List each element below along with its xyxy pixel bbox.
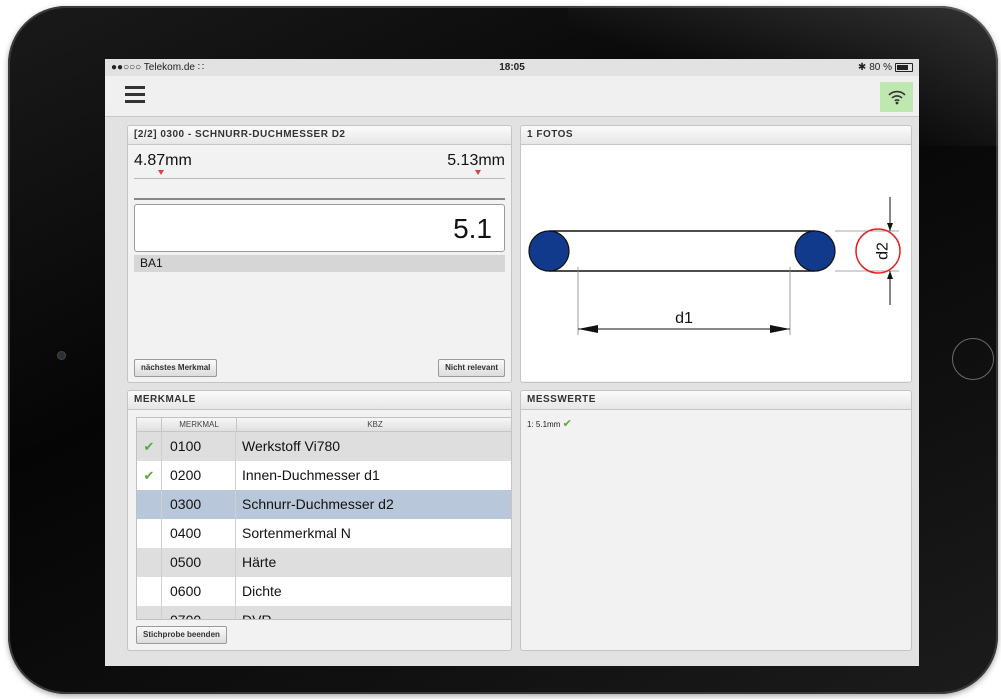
table-row[interactable]: ✔ 0100 Werkstoff Vi780 (137, 432, 511, 461)
next-feature-button[interactable]: nächstes Merkmal (134, 359, 218, 377)
clock: 18:05 (499, 62, 525, 73)
feature-name: DVR (242, 612, 272, 620)
battery-percent: 80 % (869, 62, 892, 73)
tablet-frame: ●●○○○ Telekom.de ∷ 18:05 ✱ 80 % [2/2] 03… (8, 6, 998, 694)
app-screen: ●●○○○ Telekom.de ∷ 18:05 ✱ 80 % [2/2] 03… (105, 59, 919, 666)
check-cell (137, 490, 162, 519)
feature-code: 0400 (162, 519, 236, 548)
features-table-body: ✔ 0100 Werkstoff Vi780 ✔ 0200 Innen-Duchmesse… (137, 432, 511, 620)
check-cell (137, 577, 162, 606)
feature-name: Dichte (242, 583, 282, 599)
table-row[interactable]: 0400 Sortenmerkmal N (137, 519, 511, 548)
end-sample-button[interactable]: Stichprobe beenden (136, 626, 227, 644)
table-row[interactable]: 0700 DVR (137, 606, 511, 620)
d2-label: d2 (875, 242, 892, 260)
measured-value-label: 1: 5.1mm (527, 420, 561, 429)
upper-limit-marker-icon (475, 170, 481, 175)
column-merkmal[interactable]: MERKMAL (162, 418, 237, 431)
values-panel-title: MESSWERTE (521, 391, 911, 410)
checkmark-icon: ✔ (562, 418, 572, 430)
nav-bar (105, 76, 919, 117)
battery-icon (895, 63, 913, 72)
feature-code: 0500 (162, 548, 236, 577)
bluetooth-icon: ✱ (857, 62, 867, 73)
table-row[interactable]: 0500 Härte (137, 548, 511, 577)
table-row[interactable]: 0600 Dichte (137, 577, 511, 606)
ring-section-right (794, 230, 836, 272)
status-bar: ●●○○○ Telekom.de ∷ 18:05 ✱ 80 % (105, 59, 919, 76)
d1-label: d1 (675, 310, 693, 327)
wifi-icon[interactable] (880, 82, 913, 112)
measurement-input[interactable]: 5.1 (134, 204, 505, 252)
features-panel-title: MERKMALE (128, 391, 511, 410)
ring-section-left (528, 230, 570, 272)
machine-label: BA1 (134, 255, 505, 272)
table-row[interactable]: ✔ 0200 Innen-Duchmesser d1 (137, 461, 511, 490)
measure-panel-title: [2/2] 0300 - SCHNURR-DUCHMESSER D2 (128, 126, 511, 145)
features-table-header: MERKMAL KBZ (137, 418, 511, 432)
table-row[interactable]: 0300 Schnurr-Duchmesser d2 (137, 490, 511, 519)
measure-panel: [2/2] 0300 - SCHNURR-DUCHMESSER D2 4.87m… (127, 125, 512, 383)
not-relevant-button[interactable]: Nicht relevant (438, 359, 505, 377)
feature-code: 0300 (162, 490, 236, 519)
checkmark-icon: ✔ (137, 432, 162, 461)
features-panel: MERKMALE MERKMAL KBZ ✔ 0100 Werkstoff Vi78… (127, 390, 512, 651)
values-panel: MESSWERTE 1: 5.1mm ✔ (520, 390, 912, 651)
home-button[interactable] (952, 338, 994, 380)
check-cell (137, 548, 162, 577)
feature-name: Innen-Duchmesser d1 (242, 467, 380, 483)
checkmark-icon: ✔ (137, 461, 162, 490)
photo-panel: 1 FOTOS d2 d1 (520, 125, 912, 383)
features-table[interactable]: MERKMAL KBZ ✔ 0100 Werkstoff Vi780 ✔ 0200 Inn… (136, 417, 511, 620)
divider (134, 198, 505, 200)
feature-name: Schnurr-Duchmesser d2 (242, 496, 394, 512)
feature-name: Härte (242, 554, 277, 570)
feature-name: Werkstoff Vi780 (242, 438, 341, 454)
lower-limit: 4.87mm (134, 152, 192, 169)
feature-code: 0600 (162, 577, 236, 606)
measured-value-entry: 1: 5.1mm ✔ (527, 417, 572, 430)
photo-panel-title: 1 FOTOS (521, 126, 911, 145)
hamburger-menu-icon[interactable] (125, 86, 145, 104)
camera-icon (58, 352, 65, 359)
upper-limit: 5.13mm (447, 152, 505, 169)
feature-code: 0100 (162, 432, 236, 461)
column-kbz[interactable]: KBZ (237, 418, 511, 431)
scale-line (134, 178, 505, 179)
feature-name: Sortenmerkmal N (242, 525, 351, 541)
check-cell (137, 519, 162, 548)
lower-limit-marker-icon (158, 170, 164, 175)
o-ring-drawing[interactable]: d2 d1 (521, 145, 911, 381)
feature-code: 0200 (162, 461, 236, 490)
check-cell (137, 606, 162, 619)
feature-code: 0700 (162, 606, 236, 619)
tolerance-limits: 4.87mm 5.13mm (134, 148, 505, 178)
